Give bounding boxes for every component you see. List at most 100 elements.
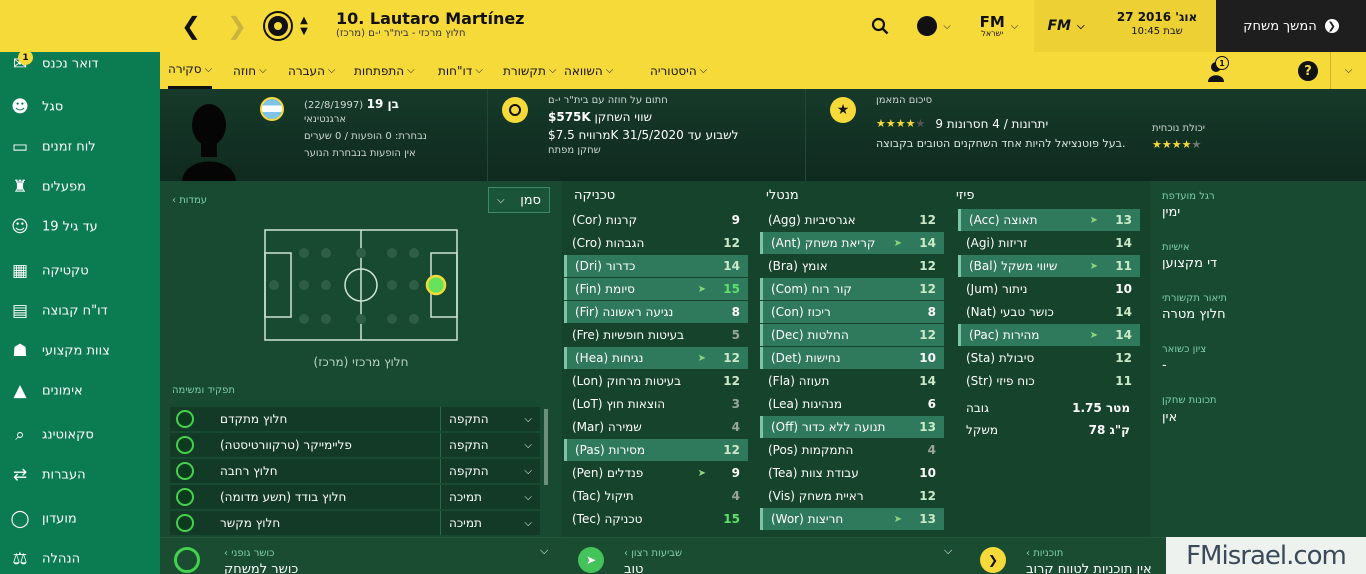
continue-button[interactable]: המשך משחק ❯ [1216, 0, 1366, 52]
sidebar: ⌂עמוד בית✉דואר נכנס1☻סגל▭לוח זמנים♜מפעלי… [0, 0, 160, 574]
attribute-row[interactable]: (Off) תנועה ללא כדור 13 [760, 416, 944, 438]
mark-select-value: סמן [520, 192, 541, 208]
attribute-row[interactable]: (Agi) זריזות 14 [958, 232, 1140, 254]
role-row[interactable]: חלוץ מקשר תמיכה ⌵ [170, 511, 540, 535]
tab-media[interactable]: תקשורת ⌵ [503, 52, 556, 89]
staff-icon: ☗ [12, 341, 28, 361]
sidebar-item-tactics[interactable]: ▦ טקטיקה [0, 251, 160, 291]
tab-transfer[interactable]: העברה ⌵ [288, 52, 336, 89]
collapse-chevron-icon[interactable]: ⌵ [1330, 52, 1366, 89]
sidebar-item-scouting[interactable]: ⌕ סקאוטינג [0, 415, 160, 455]
attribute-row[interactable]: (Mar) שמירה 4 [564, 416, 748, 438]
attribute-row[interactable]: (Tec) טכניקה 15 [564, 508, 748, 530]
attribute-row[interactable]: (Bra) אומץ 12 [760, 255, 944, 277]
role-duty-select[interactable]: התקפה ⌵ [440, 433, 540, 457]
sidebar-item-training[interactable]: ▲ אימונים [0, 371, 160, 411]
fm-brand-menu[interactable]: FM ⌵ [1034, 0, 1098, 52]
sidebar-item-club[interactable]: ◯ מועדון [0, 499, 160, 539]
attribute-row[interactable]: (Tea) עבודת צוות 10 [760, 462, 944, 484]
player-header: בן 19 (22/8/1997) ארגנטינאי נבחרת: 0 הופ… [160, 89, 1366, 181]
forward-icon[interactable]: ❯ [222, 0, 252, 52]
sidebar-item-label: מפעלים [42, 179, 87, 195]
attribute-row[interactable]: (Fir) נגיעה ראשונה 8 [564, 301, 748, 323]
role-duty-select[interactable]: התקפה ⌵ [440, 459, 540, 483]
attribute-row[interactable]: (Con) ריכוז 8 [760, 301, 944, 323]
club-crest-icon[interactable] [262, 0, 294, 52]
attribute-row[interactable]: (Sta) סיבולת 12 [958, 347, 1140, 369]
attribute-row[interactable]: (Cro) הגבהות 12 [564, 232, 748, 254]
attribute-row[interactable]: (Pos) התמקמות 4 [760, 439, 944, 461]
player-switch-icon[interactable]: ▲ ▼ [296, 0, 312, 52]
watermark: FMisrael.com [1166, 537, 1366, 574]
attribute-row[interactable]: (Hea) נגיחות 12 ➤ [564, 347, 748, 369]
attribute-row[interactable]: (Nat) כושר טבעי 14 [958, 301, 1140, 323]
attribute-row[interactable]: (LoT) הוצאות חוץ 3 [564, 393, 748, 415]
role-row[interactable]: חלוץ רחבה התקפה ⌵ [170, 459, 540, 483]
attribute-name: (Jum) ניתור [966, 282, 1028, 296]
role-row[interactable]: פליימייקר (טרקוורטיסטה) התקפה ⌵ [170, 433, 540, 457]
tab-contract[interactable]: חוזה ⌵ [233, 52, 267, 89]
attribute-row[interactable]: (Com) קור רוח 12 [760, 278, 944, 300]
sidebar-item-report[interactable]: ▤ דו"ח קבוצה [0, 291, 160, 331]
attribute-row[interactable]: (Acc) תאוצה 13 ➤ [958, 209, 1140, 231]
sidebar-item-board[interactable]: ⚖ הנהלה [0, 539, 160, 574]
board-icon: ⚖ [12, 549, 28, 569]
attribute-row[interactable]: (Fre) בעיטות חופשיות 5 [564, 324, 748, 346]
sidebar-item-staff[interactable]: ☗ צוות מקצועי [0, 331, 160, 371]
world-menu[interactable]: ⌵ [910, 0, 958, 52]
role-row[interactable]: חלוץ בודד (תשע מדומה) תמיכה ⌵ [170, 485, 540, 509]
role-duty-select[interactable]: תמיכה ⌵ [440, 511, 540, 535]
attribute-row[interactable]: (Pac) מהירות 14 ➤ [958, 324, 1140, 346]
attribute-row[interactable]: (Pas) מסירות 12 [564, 439, 748, 461]
attribute-row[interactable]: (Ant) קריאת משחק 14 ➤ [760, 232, 944, 254]
search-icon[interactable] [866, 0, 894, 52]
game-menu[interactable]: FM ישראל ⌵ [972, 0, 1026, 52]
attribute-row[interactable]: (Fla) תעוזה 14 [760, 370, 944, 392]
tab-label: העברה [288, 63, 325, 78]
attribute-name: (Com) קור רוח [771, 282, 852, 296]
role-duty-select[interactable]: התקפה ⌵ [440, 407, 540, 431]
attribute-value: 9 [731, 466, 740, 480]
sidebar-item-trophy[interactable]: ♜ מפעלים [0, 167, 160, 207]
attribute-row[interactable]: (Cor) קרנות 9 [564, 209, 748, 231]
attribute-row[interactable]: (Fin) סיומת 15 ➤ [564, 278, 748, 300]
attribute-row[interactable]: (Det) נחישות 10 [760, 347, 944, 369]
tab-development[interactable]: התפתחות ⌵ [354, 52, 415, 89]
role-duty: התקפה [449, 438, 489, 452]
attribute-row[interactable]: (Vis) ראיית משחק 12 [760, 485, 944, 507]
tab-reports[interactable]: דו"חות ⌵ [438, 52, 483, 89]
sidebar-item-u19[interactable]: ☺ עד גיל 19 [0, 207, 160, 247]
role-row[interactable]: חלוץ מתקדם התקפה ⌵ [170, 407, 540, 431]
attribute-row[interactable]: (Dec) החלטות 12 [760, 324, 944, 346]
attribute-value: 13 [919, 512, 936, 526]
attribute-row[interactable]: (Str) כוח פיזי 11 [958, 370, 1140, 392]
mark-select[interactable]: ⌵ סמן [488, 187, 550, 213]
attribute-row[interactable]: (Lea) מנהיגות 6 [760, 393, 944, 415]
roles-scrollbar[interactable] [544, 409, 548, 485]
tab-history[interactable]: היסטוריה ⌵ [650, 52, 707, 89]
help-icon[interactable]: ? [1298, 61, 1318, 81]
positions-link[interactable]: ‹ עמדות [172, 195, 207, 206]
tab-overview[interactable]: סקירה ⌵ [168, 52, 213, 89]
attribute-value: 12 [919, 213, 936, 227]
sidebar-item-calendar[interactable]: ▭ לוח זמנים [0, 127, 160, 167]
fitness-expand-icon[interactable]: ⌵ [540, 544, 548, 558]
attribute-row[interactable]: (Pen) פנדלים 9 ➤ [564, 462, 748, 484]
attribute-row[interactable]: (Dri) כדרור 14 [564, 255, 748, 277]
role-duty-select[interactable]: תמיכה ⌵ [440, 485, 540, 509]
sidebar-item-squad[interactable]: ☻ סגל [0, 87, 160, 127]
attribute-row[interactable]: (Jum) ניתור 10 [958, 278, 1140, 300]
sidebar-item-label: לוח זמנים [42, 139, 96, 155]
sub-navigation: היסטוריה ⌵ השוואה ⌵ תקשורת ⌵ דו"חות ⌵ התפתחו… [160, 52, 1366, 89]
morale-expand-icon[interactable]: ⌵ [944, 544, 952, 558]
sidebar-item-transfers[interactable]: ⇄ העברות [0, 455, 160, 495]
attribute-row[interactable]: (Tac) תיקול 4 [564, 485, 748, 507]
tab-compare[interactable]: השוואה ⌵ [564, 52, 613, 89]
attribute-row[interactable]: (Lon) בעיטות מרחוק 12 [564, 370, 748, 392]
attribute-row[interactable]: (Bal) שיווי משקל 11 ➤ [958, 255, 1140, 277]
back-icon[interactable]: ❮ [176, 0, 206, 52]
attribute-name: (Pac) מהירות [969, 328, 1040, 342]
alerts-button[interactable]: 1 [1206, 56, 1232, 84]
attribute-row[interactable]: (Wor) חריצות 13 ➤ [760, 508, 944, 530]
attribute-row[interactable]: (Agg) אגרסיביות 12 [760, 209, 944, 231]
